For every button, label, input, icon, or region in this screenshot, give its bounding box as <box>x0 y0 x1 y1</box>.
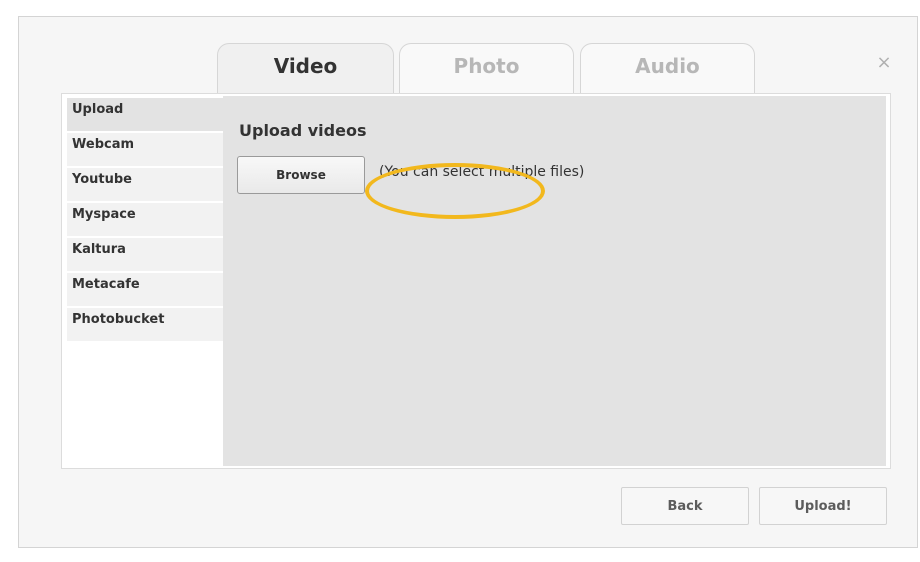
close-icon[interactable]: × <box>874 53 894 73</box>
upload-dialog: Video Photo Audio × Upload Webcam Youtub… <box>18 16 918 548</box>
content-title: Upload videos <box>239 121 367 140</box>
sidebar-item-photobucket[interactable]: Photobucket <box>67 308 223 341</box>
tab-audio[interactable]: Audio <box>580 43 755 97</box>
multiple-files-hint: (You can select multiple files) <box>379 164 585 180</box>
sidebar-item-youtube[interactable]: Youtube <box>67 168 223 201</box>
sidebar-item-webcam[interactable]: Webcam <box>67 133 223 166</box>
browse-button[interactable]: Browse <box>237 156 365 194</box>
tab-panel: Upload Webcam Youtube Myspace Kaltura Me… <box>61 93 891 469</box>
source-sidebar: Upload Webcam Youtube Myspace Kaltura Me… <box>67 98 223 343</box>
back-button[interactable]: Back <box>621 487 749 525</box>
tab-video[interactable]: Video <box>217 43 394 99</box>
sidebar-item-kaltura[interactable]: Kaltura <box>67 238 223 271</box>
tab-photo[interactable]: Photo <box>399 43 574 97</box>
upload-button[interactable]: Upload! <box>759 487 887 525</box>
upload-content-area: Upload videos Browse (You can select mul… <box>223 96 886 466</box>
sidebar-item-upload[interactable]: Upload <box>67 98 223 131</box>
sidebar-item-myspace[interactable]: Myspace <box>67 203 223 236</box>
sidebar-item-metacafe[interactable]: Metacafe <box>67 273 223 306</box>
